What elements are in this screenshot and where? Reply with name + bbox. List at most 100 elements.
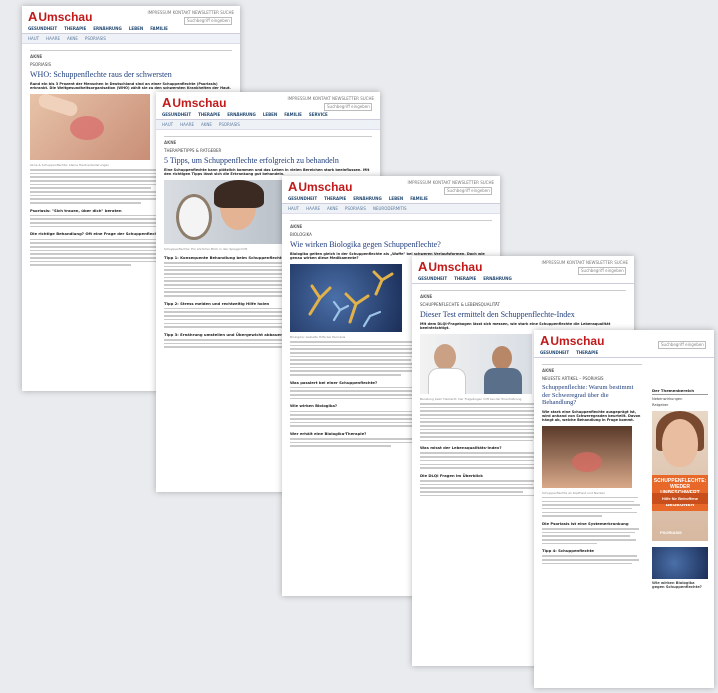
search-input[interactable]: Suchbegriff eingeben bbox=[578, 267, 626, 275]
search-input[interactable]: Suchbegriff eingeben bbox=[658, 341, 706, 349]
top-links[interactable]: IMPRESSUM KONTAKT NEWSLETTER SUCHE bbox=[148, 10, 234, 15]
article-image-skin bbox=[30, 93, 150, 160]
nav-item[interactable]: FAMILIE bbox=[150, 26, 168, 31]
nav-item[interactable]: THERAPIE bbox=[454, 276, 476, 281]
article-kicker: SCHUPPENFLECHTE & LEBENSQUALITÄT bbox=[420, 302, 500, 307]
nav-item[interactable]: LEBEN bbox=[263, 112, 277, 117]
nav-item[interactable]: GESUNDHEIT bbox=[418, 276, 447, 281]
subnav-item[interactable]: AKNE bbox=[201, 122, 212, 127]
article-image-antibodies bbox=[290, 263, 402, 332]
nav-item[interactable]: ERNÄHRUNG bbox=[227, 112, 256, 117]
subnav-item[interactable]: AKNE bbox=[67, 36, 78, 41]
top-links[interactable]: IMPRESSUM KONTAKT NEWSLETTER SUCHE bbox=[288, 96, 374, 101]
nav-item[interactable]: GESUNDHEIT bbox=[288, 196, 317, 201]
ad-portrait-face bbox=[662, 419, 698, 467]
text-block bbox=[542, 527, 642, 545]
subnav-item[interactable]: HAUT bbox=[288, 206, 299, 211]
subnav-item[interactable]: HAUT bbox=[28, 36, 39, 41]
text-block bbox=[542, 555, 642, 565]
nav-item[interactable]: THERAPIE bbox=[64, 26, 86, 31]
article-page-5: AUmschau Suchbegriff eingeben GESUNDHEIT… bbox=[534, 330, 714, 688]
antibody-illustration bbox=[308, 270, 394, 327]
subnav-item[interactable]: HAARE bbox=[306, 206, 320, 211]
article-kicker: PSORIASIS bbox=[30, 62, 52, 67]
site-logo[interactable]: AUmschau bbox=[418, 259, 482, 274]
sidebar-item[interactable]: Nebenwirkungen bbox=[652, 397, 708, 401]
sub-nav: HAUT HAARE AKNE PSORIASIS bbox=[156, 120, 380, 130]
top-links[interactable]: IMPRESSUM KONTAKT NEWSLETTER SUCHE bbox=[408, 180, 494, 185]
nav-item[interactable]: SERVICE bbox=[309, 112, 328, 117]
site-logo[interactable]: AUmschau bbox=[288, 179, 352, 194]
search-input[interactable]: Suchbegriff eingeben bbox=[444, 187, 492, 195]
breadcrumb[interactable]: AKNE bbox=[290, 220, 492, 229]
search-input[interactable]: Suchbegriff eingeben bbox=[184, 17, 232, 25]
subnav-item[interactable]: PSORIASIS bbox=[345, 206, 366, 211]
nav-item[interactable]: GESUNDHEIT bbox=[28, 26, 57, 31]
subnav-item[interactable]: HAUT bbox=[162, 122, 173, 127]
nav-item[interactable]: ERNÄHRUNG bbox=[483, 276, 512, 281]
sidebar-teaser-image[interactable] bbox=[652, 547, 708, 579]
article-title: Wie wirken Biologika gegen Schuppenflech… bbox=[290, 240, 441, 249]
subnav-item[interactable]: HAARE bbox=[180, 122, 194, 127]
subnav-item[interactable]: PSORIASIS bbox=[219, 122, 240, 127]
sidebar-heading: Der Themenbereich bbox=[652, 388, 708, 395]
main-nav: GESUNDHEIT THERAPIE ERNÄHRUNG LEBEN FAMI… bbox=[22, 24, 240, 34]
article-title: Dieser Test ermittelt den Schuppenflecht… bbox=[420, 310, 575, 319]
article-title: WHO: Schuppenflechte raus der schwersten bbox=[30, 70, 172, 79]
nav-item[interactable]: GESUNDHEIT bbox=[540, 350, 569, 355]
article-image-mirror bbox=[164, 179, 288, 244]
sidebar-item[interactable]: Ratgeber bbox=[652, 403, 708, 407]
site-header: AUmschau IMPRESSUM KONTAKT NEWSLETTER SU… bbox=[282, 176, 500, 195]
main-nav: GESUNDHEIT THERAPIE ERNÄHRUNG bbox=[412, 274, 634, 284]
article-lead: Rund ein bis 3 Prozent der Menschen in D… bbox=[30, 82, 231, 91]
nav-item[interactable]: ERNÄHRUNG bbox=[93, 26, 122, 31]
section-heading: Tipp 4: Schuppenflechte bbox=[542, 548, 594, 554]
site-logo[interactable]: AUmschau bbox=[162, 95, 226, 110]
subnav-item[interactable]: AKNE bbox=[327, 206, 338, 211]
advertisement-banner[interactable]: SCHUPPENFLECHTE: WIEDER UNBESCHWERT MENS… bbox=[652, 411, 708, 541]
search-input[interactable]: Suchbegriff eingeben bbox=[324, 103, 372, 111]
nav-item[interactable]: LEBEN bbox=[389, 196, 403, 201]
subnav-item[interactable]: HAARE bbox=[46, 36, 60, 41]
article-lead: Wie stark eine Schuppenflechte ausgepräg… bbox=[542, 409, 641, 423]
subnav-item[interactable]: NEURODERMITIS bbox=[373, 206, 407, 211]
sub-nav: HAUT HAARE AKNE PSORIASIS NEURODERMITIS bbox=[282, 204, 500, 214]
subnav-item[interactable]: PSORIASIS bbox=[85, 36, 106, 41]
main-nav: GESUNDHEIT THERAPIE ERNÄHRUNG LEBEN FAMI… bbox=[156, 110, 380, 120]
breadcrumb[interactable]: AKNE bbox=[420, 290, 626, 299]
ad-subline: Hilfe für Betroffene bbox=[652, 493, 708, 504]
nav-item[interactable]: THERAPIE bbox=[576, 350, 598, 355]
nav-item[interactable]: THERAPIE bbox=[324, 196, 346, 201]
site-logo[interactable]: AUmschau bbox=[540, 333, 604, 348]
article-kicker: THERAPIETIPPS & RATGEBER bbox=[164, 148, 222, 153]
sub-nav: HAUT HAARE AKNE PSORIASIS bbox=[22, 34, 240, 44]
nav-item[interactable]: FAMILIE bbox=[284, 112, 302, 117]
section-heading: Die Psoriasis ist eine Systemerkrankung bbox=[542, 520, 629, 526]
site-header: AUmschau IMPRESSUM KONTAKT NEWSLETTER SU… bbox=[156, 92, 380, 111]
site-header: AUmschau Suchbegriff eingeben bbox=[534, 330, 714, 349]
sidebar: Der Themenbereich Nebenwirkungen Ratgebe… bbox=[652, 388, 708, 589]
site-header: AUmschau IMPRESSUM KONTAKT NEWSLETTER SU… bbox=[22, 6, 240, 25]
article-title: 5 Tipps, um Schuppenflechte erfolgreich … bbox=[164, 156, 339, 165]
site-header: AUmschau IMPRESSUM KONTAKT NEWSLETTER SU… bbox=[412, 256, 634, 275]
article-kicker: BIOLOGIKA bbox=[290, 232, 312, 237]
site-logo[interactable]: AUmschau bbox=[28, 9, 92, 24]
main-nav: GESUNDHEIT THERAPIE bbox=[534, 348, 714, 358]
top-links[interactable]: IMPRESSUM KONTAKT NEWSLETTER SUCHE bbox=[542, 260, 628, 265]
nav-item[interactable]: GESUNDHEIT bbox=[162, 112, 191, 117]
main-nav: GESUNDHEIT THERAPIE ERNÄHRUNG LEBEN FAMI… bbox=[282, 194, 500, 204]
article-title: Schuppenflechte: Warum bestimmt der Schw… bbox=[542, 384, 634, 406]
breadcrumb[interactable]: AKNE bbox=[542, 364, 642, 373]
nav-item[interactable]: FAMILIE bbox=[410, 196, 428, 201]
article-image-doctor bbox=[420, 333, 532, 394]
article-image-neck bbox=[542, 425, 632, 488]
nav-item[interactable]: LEBEN bbox=[129, 26, 143, 31]
breadcrumb[interactable]: AKNE bbox=[30, 50, 232, 59]
ad-brand: PSORIASIS bbox=[660, 530, 682, 535]
breadcrumb[interactable]: AKNE bbox=[164, 136, 372, 145]
sidebar-teaser-title[interactable]: Wie wirken Biologika gegen Schuppenflech… bbox=[652, 581, 708, 589]
image-caption: Schuppenflechte an Kopfhaut und Nacken bbox=[542, 490, 606, 495]
article-kicker: NEUESTE ARTIKEL – PSORIASIS bbox=[542, 376, 604, 381]
nav-item[interactable]: THERAPIE bbox=[198, 112, 220, 117]
nav-item[interactable]: ERNÄHRUNG bbox=[353, 196, 382, 201]
